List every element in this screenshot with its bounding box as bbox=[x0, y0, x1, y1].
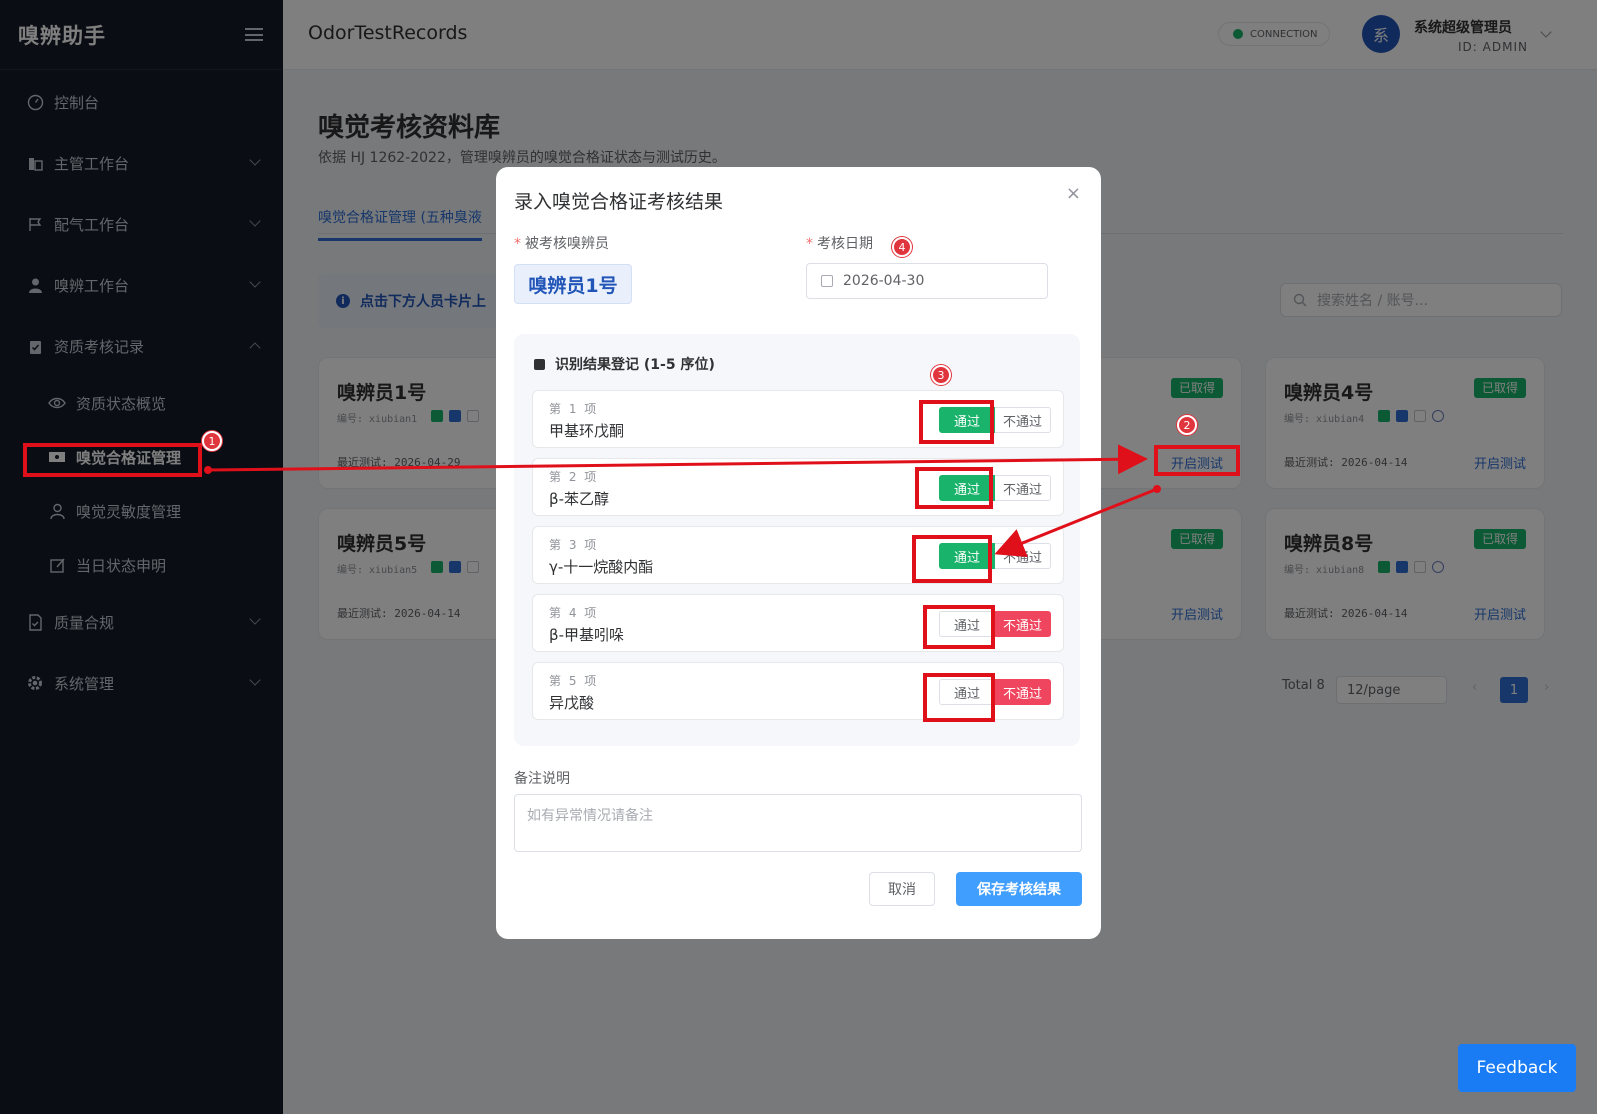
annotation-number: 3 bbox=[931, 365, 951, 385]
annotation-number: 2 bbox=[1177, 415, 1197, 435]
arrow-line bbox=[207, 444, 1148, 475]
annotation-number: 1 bbox=[202, 431, 222, 451]
annotation-number: 4 bbox=[892, 237, 912, 257]
arrow-line bbox=[994, 487, 1158, 557]
annotation-arrows bbox=[204, 444, 1161, 557]
